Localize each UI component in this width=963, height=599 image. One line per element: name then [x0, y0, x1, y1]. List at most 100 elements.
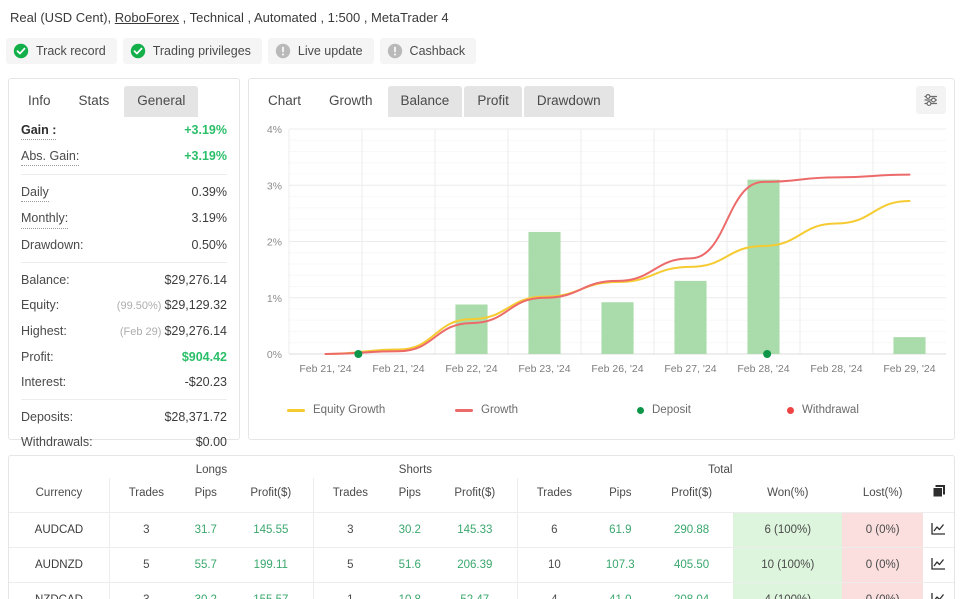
- cell-chart-action[interactable]: [923, 548, 954, 583]
- currency-stats-table: LongsShortsTotal CurrencyTradesPipsProfi…: [9, 456, 954, 599]
- table-head: LongsShortsTotal CurrencyTradesPipsProfi…: [9, 456, 954, 513]
- stat-row: Interest:-$20.23: [21, 369, 227, 394]
- cell-short-pips: 30.2: [387, 513, 433, 548]
- stat-row: Profit: $904.42: [21, 344, 227, 369]
- stat-label[interactable]: Gain :: [21, 121, 56, 140]
- tab-balance[interactable]: Balance: [388, 86, 463, 117]
- table-row[interactable]: AUDNZD555.7199.11551.6206.3910107.3405.5…: [9, 548, 954, 583]
- deposit-marker[interactable]: [354, 350, 362, 358]
- sliders-icon[interactable]: [916, 86, 946, 114]
- column-header-currency: Currency: [9, 478, 109, 513]
- stat-label: Balance:: [21, 271, 70, 289]
- status-badge-label: Trading privileges: [153, 44, 251, 58]
- status-badge-live-update[interactable]: Live update: [268, 38, 374, 64]
- stat-label: Withdrawals:: [21, 433, 93, 451]
- status-badge-trading-privileges[interactable]: Trading privileges: [123, 38, 262, 64]
- stat-value-sub: (Feb 29): [120, 326, 162, 338]
- cell-total-pips: 61.9: [591, 513, 650, 548]
- column-header-trades: Trades: [109, 478, 182, 513]
- stat-value: 0.50%: [192, 236, 227, 254]
- stat-value: -$20.23: [185, 373, 227, 391]
- x-axis-tick-label: Feb 21, '24: [372, 363, 424, 375]
- tab-info[interactable]: Info: [15, 86, 64, 117]
- x-axis-tick-label: Feb 29, '24: [883, 363, 935, 375]
- tab-drawdown[interactable]: Drawdown: [524, 86, 614, 117]
- status-badge-cashback[interactable]: Cashback: [380, 38, 477, 64]
- cell-short-trades: 1: [313, 583, 386, 599]
- tab-profit[interactable]: Profit: [464, 86, 522, 117]
- tab-stats[interactable]: Stats: [66, 86, 123, 117]
- legend-label: Equity Growth: [313, 404, 385, 416]
- stat-label[interactable]: Monthly:: [21, 209, 68, 228]
- table-row[interactable]: NZDCAD330.2155.57110.852.47441.0208.044 …: [9, 583, 954, 599]
- account-info-panel: InfoStatsGeneral Gain :+3.19%Abs. Gain:+…: [8, 78, 240, 440]
- stat-label: Equity:: [21, 296, 59, 314]
- tab-chart[interactable]: Chart: [255, 86, 314, 117]
- table-group-header: Total: [517, 456, 923, 478]
- table-body: AUDCAD331.7145.55330.2145.33661.9290.886…: [9, 513, 954, 599]
- cell-short-profit: 145.33: [433, 513, 518, 548]
- y-axis-tick-label: 4%: [267, 124, 282, 136]
- stat-row: Monthly:3.19%: [21, 205, 227, 231]
- account-details-text: , Technical , Automated , 1:500 , MetaTr…: [179, 10, 449, 25]
- cell-chart-action[interactable]: [923, 513, 954, 548]
- growth-chart-svg: 0%1%2%3%4%Feb 21, '24Feb 21, '24Feb 22, …: [249, 117, 956, 407]
- cell-long-trades: 5: [109, 548, 182, 583]
- tab-growth[interactable]: Growth: [316, 86, 386, 117]
- cell-chart-action[interactable]: [923, 583, 954, 599]
- stat-value-sub: (99.50%): [117, 300, 162, 312]
- stat-label: Highest:: [21, 322, 67, 340]
- cell-short-pips: 10.8: [387, 583, 433, 599]
- stat-value: $28,371.72: [164, 408, 227, 426]
- info-tab-row: InfoStatsGeneral: [9, 79, 239, 117]
- column-header-actions[interactable]: [923, 478, 954, 513]
- legend-label: Growth: [481, 404, 518, 416]
- deposit-marker[interactable]: [763, 350, 771, 358]
- status-badge-track-record[interactable]: Track record: [6, 38, 117, 64]
- stat-row: Gain :+3.19%: [21, 117, 227, 143]
- legend-item-equity-growth[interactable]: Equity Growth: [287, 404, 385, 416]
- tab-general[interactable]: General: [124, 86, 198, 117]
- exclamation-circle-icon: [387, 43, 403, 59]
- legend-label: Withdrawal: [802, 404, 859, 416]
- chart-line-icon: [931, 557, 946, 570]
- y-axis-tick-label: 0%: [267, 349, 282, 361]
- cell-short-profit: 206.39: [433, 548, 518, 583]
- account-type-text: Real (USD Cent),: [10, 10, 115, 25]
- cell-lost: 0 (0%): [842, 548, 923, 583]
- broker-link[interactable]: RoboForex: [115, 10, 179, 25]
- chart-line-icon: [931, 592, 946, 599]
- cell-long-profit: 199.11: [229, 548, 314, 583]
- legend-item-growth[interactable]: Growth: [455, 404, 518, 416]
- table-group-header: Shorts: [313, 456, 517, 478]
- chart-header: ChartGrowthBalanceProfitDrawdown: [249, 79, 954, 117]
- table-group-spacer-end: [923, 456, 954, 478]
- growth-chart: 0%1%2%3%4%Feb 21, '24Feb 21, '24Feb 22, …: [249, 117, 956, 407]
- stat-value-main: $29,129.32: [164, 298, 227, 312]
- stat-label: Profit:: [21, 348, 54, 366]
- status-badge-label: Cashback: [410, 44, 466, 58]
- cell-currency: AUDCAD: [9, 513, 109, 548]
- legend-item-deposit[interactable]: Deposit: [637, 404, 691, 416]
- legend-item-withdrawal[interactable]: Withdrawal: [787, 404, 859, 416]
- stat-value-main: $29,276.14: [164, 324, 227, 338]
- legend-line-icon: [455, 409, 473, 412]
- stat-value: $904.42: [182, 348, 227, 366]
- column-header-lost: Lost(%): [842, 478, 923, 513]
- cell-long-pips: 30.2: [183, 583, 229, 599]
- y-axis-tick-label: 2%: [267, 237, 282, 249]
- chart-bar: [747, 180, 779, 354]
- x-axis-tick-label: Feb 28, '24: [810, 363, 862, 375]
- cell-total-trades: 6: [517, 513, 590, 548]
- stat-label[interactable]: Daily: [21, 183, 49, 202]
- x-axis-tick-label: Feb 22, '24: [445, 363, 497, 375]
- table-group-header-row: LongsShortsTotal: [9, 456, 954, 478]
- cell-total-profit: 208.04: [650, 583, 734, 599]
- table-row[interactable]: AUDCAD331.7145.55330.2145.33661.9290.886…: [9, 513, 954, 548]
- check-circle-icon: [130, 43, 146, 59]
- column-header-trades: Trades: [517, 478, 590, 513]
- x-axis-tick-label: Feb 26, '24: [591, 363, 643, 375]
- exclamation-circle-icon: [275, 43, 291, 59]
- x-axis-tick-label: Feb 28, '24: [737, 363, 789, 375]
- stat-label[interactable]: Abs. Gain:: [21, 147, 79, 166]
